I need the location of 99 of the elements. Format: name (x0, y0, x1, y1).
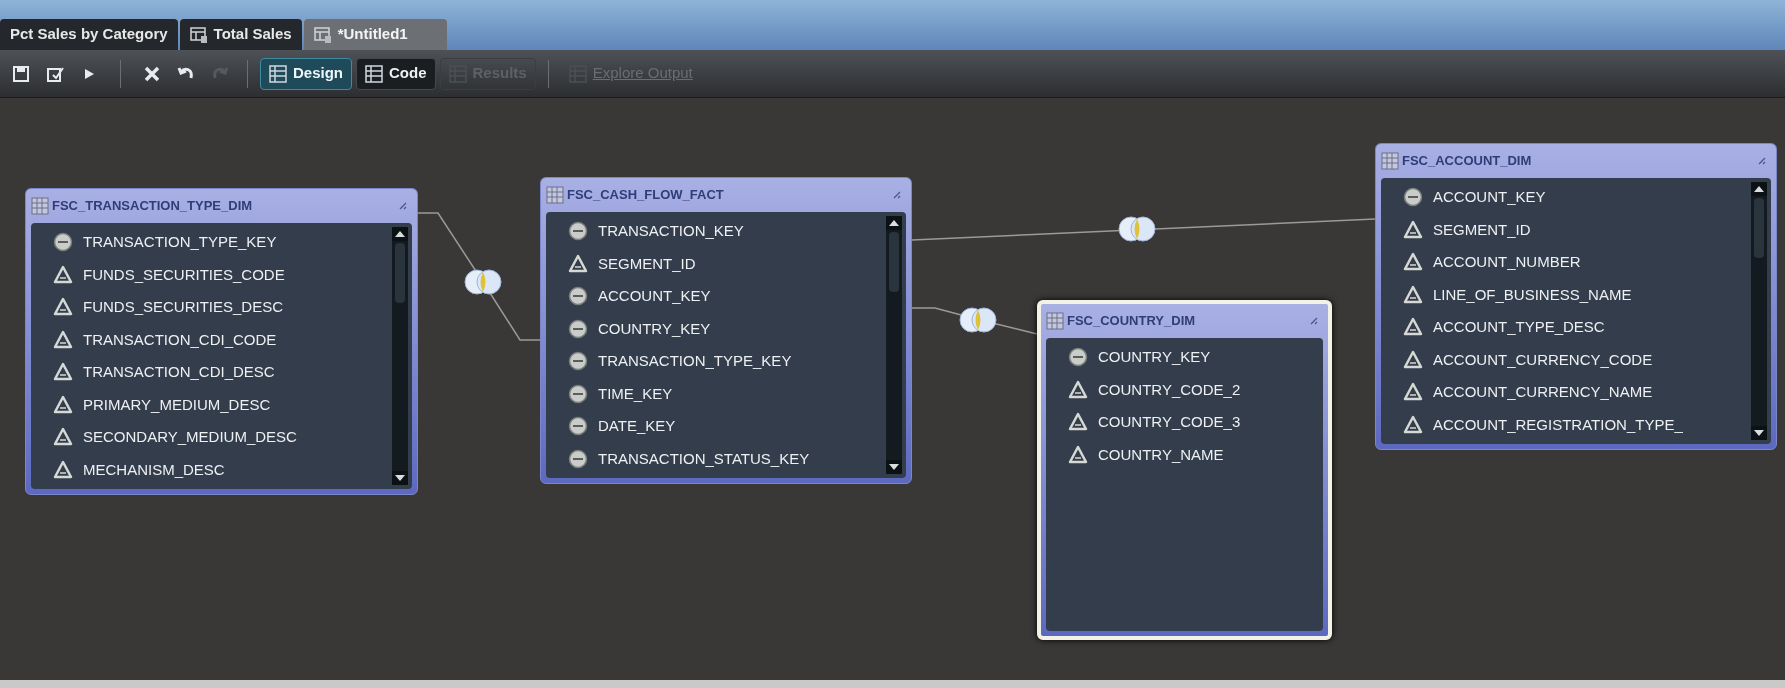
text-column-icon (1403, 252, 1423, 273)
column-item[interactable]: SECONDARY_MEDIUM_DESC (31, 421, 392, 454)
text-column-icon (53, 394, 73, 415)
text-column-icon (1403, 349, 1423, 370)
column-item[interactable]: ACCOUNT_NUMBER (1381, 246, 1751, 279)
table-title: FSC_TRANSACTION_TYPE_DIM (52, 197, 254, 216)
text-column-icon (53, 362, 73, 383)
column-item[interactable]: ACCOUNT_TYPE_DESC (1381, 311, 1751, 344)
resize-icon[interactable] (1757, 156, 1767, 166)
column-item[interactable]: TIME_KEY (546, 377, 886, 410)
text-column-icon (1068, 412, 1088, 433)
column-item[interactable]: TRANSACTION_KEY (546, 215, 886, 248)
column-item[interactable]: DATE_KEY (546, 410, 886, 443)
scroll-down-icon[interactable] (395, 475, 405, 481)
text-column-icon (53, 427, 73, 448)
table-title: FSC_ACCOUNT_DIM (1402, 152, 1533, 171)
numeric-column-icon (568, 221, 588, 242)
numeric-column-icon (53, 232, 73, 253)
scrollbar[interactable] (392, 227, 408, 485)
numeric-column-icon (568, 448, 588, 469)
column-item[interactable]: PRIMARY_MEDIUM_DESC (31, 388, 392, 421)
scrollbar[interactable] (886, 216, 902, 474)
column-item[interactable]: ACCOUNT_CURRENCY_CODE (1381, 343, 1751, 376)
numeric-column-icon (1068, 347, 1088, 368)
column-item[interactable]: TRANSACTION_CDI_CODE (31, 323, 392, 356)
column-item[interactable]: TRANSACTION_TYPE_KEY (546, 345, 886, 378)
column-item[interactable]: FUNDS_SECURITIES_DESC (31, 291, 392, 324)
query-icon (189, 25, 208, 44)
column-item[interactable]: ACCOUNT_CURRENCY_NAME (1381, 376, 1751, 409)
document-tab[interactable]: Pct Sales by Category (0, 19, 178, 50)
numeric-column-icon (568, 351, 588, 372)
resize-icon[interactable] (1309, 316, 1319, 326)
scroll-thumb[interactable] (395, 243, 405, 303)
scroll-up-icon[interactable] (1754, 186, 1764, 192)
scroll-thumb[interactable] (1754, 198, 1764, 258)
numeric-column-icon (568, 383, 588, 404)
scroll-up-icon[interactable] (889, 220, 899, 226)
table-icon (546, 186, 564, 204)
text-column-icon (53, 329, 73, 350)
table-title: FSC_CASH_FLOW_FACT (567, 186, 725, 205)
numeric-column-icon (568, 416, 588, 437)
column-item[interactable]: SEGMENT_ID (546, 247, 886, 280)
column-item[interactable]: ACCOUNT_KEY (546, 280, 886, 313)
resize-icon[interactable] (398, 201, 408, 211)
text-column-icon (1403, 317, 1423, 338)
table-card[interactable]: FSC_TRANSACTION_TYPE_DIM TRANSACTION_TYPE_KEY FUNDS_SECURITIES_CODE FUNDS_SECURITIES_DESC TRANSACTION_CDI_CODE TRANSACTION_CDI_DESC PRIMARY_MEDIUM_DESC SECONDARY_MEDIUM_DESC MECHANISM_DESC (25, 188, 418, 495)
view-button[interactable]: Code (356, 57, 436, 90)
text-column-icon (1403, 382, 1423, 403)
resize-icon[interactable] (892, 190, 902, 200)
scroll-up-icon[interactable] (395, 231, 405, 237)
scroll-thumb[interactable] (889, 232, 899, 292)
text-column-icon (1403, 284, 1423, 305)
column-item[interactable]: COUNTRY_KEY (1046, 341, 1323, 374)
table-icon (31, 197, 49, 215)
column-item[interactable]: FUNDS_SECURITIES_CODE (31, 258, 392, 291)
document-tab[interactable]: *Untitled1 (303, 19, 447, 50)
column-item[interactable]: ACCOUNT_REGISTRATION_TYPE_ (1381, 408, 1751, 441)
text-column-icon (568, 253, 588, 274)
table-icon (1046, 312, 1064, 330)
scroll-down-icon[interactable] (889, 464, 899, 470)
text-column-icon (53, 459, 73, 480)
column-item[interactable]: MECHANISM_DESC (31, 453, 392, 486)
text-column-icon (1068, 379, 1088, 400)
grid-icon (568, 64, 587, 83)
text-column-icon (1403, 219, 1423, 240)
join-icon[interactable] (959, 307, 997, 333)
scrollbar[interactable] (1751, 182, 1767, 440)
text-column-icon (53, 297, 73, 318)
table-card[interactable]: FSC_COUNTRY_DIM COUNTRY_KEY COUNTRY_CODE_2 COUNTRY_CODE_3 COUNTRY_NAME (1037, 300, 1332, 640)
column-item[interactable]: COUNTRY_KEY (546, 312, 886, 345)
table-card[interactable]: FSC_CASH_FLOW_FACT TRANSACTION_KEY SEGMENT_ID ACCOUNT_KEY COUNTRY_KEY TRANSACTION_TYPE_KEY TIME_KEY DATE_KEY TRANSACTION_STATUS_KEY (540, 177, 912, 484)
scroll-down-icon[interactable] (1754, 430, 1764, 436)
grid-icon (365, 64, 383, 83)
join-icon[interactable] (464, 269, 502, 295)
document-tab[interactable]: Total Sales (179, 19, 302, 50)
column-item[interactable]: COUNTRY_CODE_2 (1046, 373, 1323, 406)
column-item[interactable]: COUNTRY_NAME (1046, 438, 1323, 471)
save-icon (11, 63, 31, 84)
text-column-icon (1068, 444, 1088, 465)
table-title: FSC_COUNTRY_DIM (1067, 312, 1197, 331)
text-column-icon (53, 264, 73, 285)
grid-icon (448, 64, 467, 83)
text-column-icon (1403, 414, 1423, 435)
numeric-column-icon (1403, 187, 1423, 208)
grid-icon (269, 64, 287, 83)
table-card[interactable]: FSC_ACCOUNT_DIM ACCOUNT_KEY SEGMENT_ID ACCOUNT_NUMBER LINE_OF_BUSINESS_NAME ACCOUNT_TYPE_DESC ACCOUNT_CURRENCY_CODE ACCOUNT_CURRENCY_NAME ACCOUNT_REGISTRATION_TYPE_ (1375, 143, 1777, 450)
column-item[interactable]: ACCOUNT_KEY (1381, 181, 1751, 214)
column-item[interactable]: TRANSACTION_CDI_DESC (31, 356, 392, 389)
column-item[interactable]: TRANSACTION_TYPE_KEY (31, 226, 392, 259)
query-icon (313, 25, 332, 44)
column-item[interactable]: SEGMENT_ID (1381, 213, 1751, 246)
column-item[interactable]: COUNTRY_CODE_3 (1046, 406, 1323, 439)
view-button[interactable]: Design (260, 57, 352, 90)
column-item[interactable]: TRANSACTION_STATUS_KEY (546, 442, 886, 475)
numeric-column-icon (568, 318, 588, 339)
table-icon (1381, 152, 1399, 170)
join-icon[interactable] (1118, 216, 1156, 242)
column-item[interactable]: LINE_OF_BUSINESS_NAME (1381, 278, 1751, 311)
numeric-column-icon (568, 286, 588, 307)
